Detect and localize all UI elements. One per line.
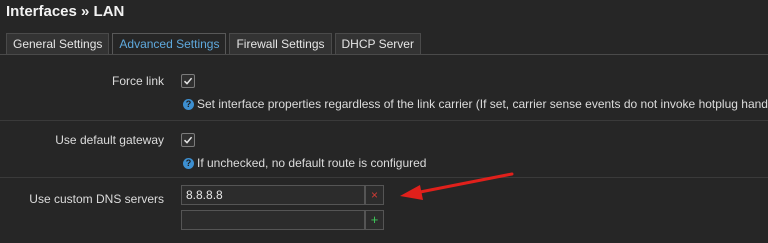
annotation-arrow xyxy=(400,172,514,200)
